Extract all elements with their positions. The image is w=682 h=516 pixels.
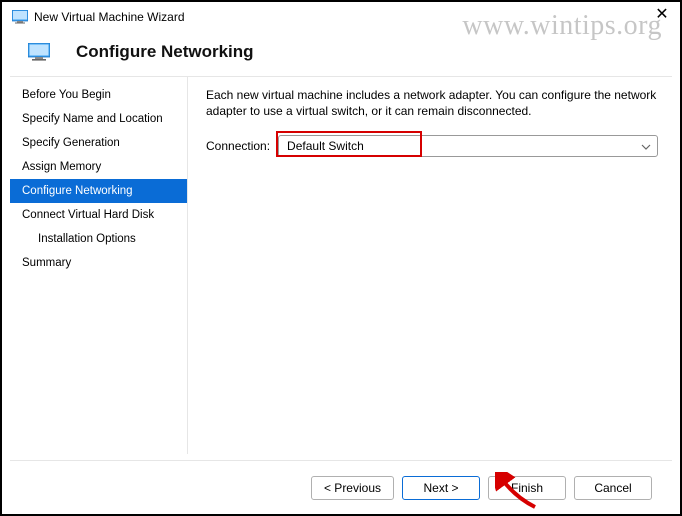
- finish-button[interactable]: Finish: [488, 476, 566, 500]
- previous-button[interactable]: < Previous: [311, 476, 394, 500]
- wizard-header: Configure Networking: [2, 30, 680, 76]
- sidebar-item-installation-options[interactable]: Installation Options: [10, 227, 187, 251]
- sidebar-item-configure-networking[interactable]: Configure Networking: [10, 179, 187, 203]
- sidebar-item-summary[interactable]: Summary: [10, 251, 187, 275]
- chevron-down-icon: [641, 141, 651, 151]
- wizard-content: Before You Begin Specify Name and Locati…: [10, 76, 672, 454]
- titlebar: New Virtual Machine Wizard: [2, 2, 680, 30]
- connection-label: Connection:: [206, 139, 270, 153]
- window-title: New Virtual Machine Wizard: [34, 10, 185, 24]
- close-button[interactable]: ✕: [652, 6, 672, 26]
- wizard-main: Each new virtual machine includes a netw…: [188, 77, 672, 454]
- monitor-icon: [28, 43, 50, 61]
- vm-wizard-icon: [12, 10, 28, 24]
- connection-value: Default Switch: [287, 139, 364, 153]
- sidebar-item-before-you-begin[interactable]: Before You Begin: [10, 83, 187, 107]
- cancel-button[interactable]: Cancel: [574, 476, 652, 500]
- page-title: Configure Networking: [76, 42, 254, 62]
- wizard-footer: < Previous Next > Finish Cancel: [10, 460, 672, 514]
- description-text: Each new virtual machine includes a netw…: [206, 87, 658, 119]
- wizard-sidebar: Before You Begin Specify Name and Locati…: [10, 77, 188, 454]
- sidebar-item-assign-memory[interactable]: Assign Memory: [10, 155, 187, 179]
- connection-select[interactable]: Default Switch: [278, 135, 658, 157]
- sidebar-item-connect-vhd[interactable]: Connect Virtual Hard Disk: [10, 203, 187, 227]
- next-button[interactable]: Next >: [402, 476, 480, 500]
- sidebar-item-specify-name[interactable]: Specify Name and Location: [10, 107, 187, 131]
- connection-row: Connection: Default Switch: [206, 135, 658, 157]
- connection-select-wrap: Default Switch: [278, 135, 658, 157]
- sidebar-item-specify-generation[interactable]: Specify Generation: [10, 131, 187, 155]
